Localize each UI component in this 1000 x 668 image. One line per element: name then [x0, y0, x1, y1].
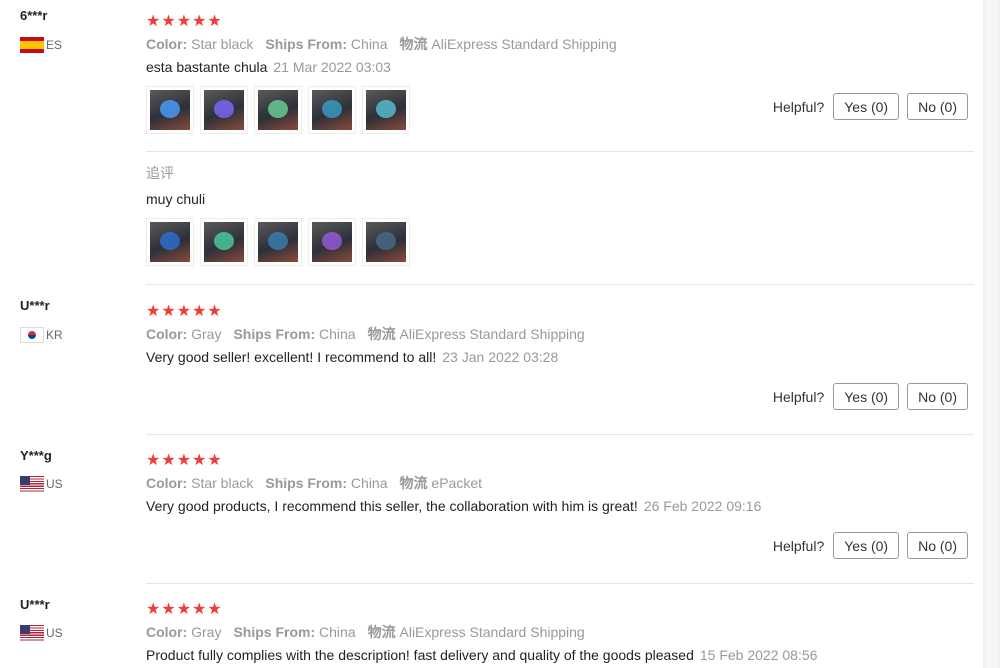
ships-from-label: Ships From:	[233, 326, 316, 342]
review-photo[interactable]	[362, 86, 410, 134]
review-photo[interactable]	[308, 218, 356, 266]
ships-from-label: Ships From:	[233, 624, 316, 640]
reviewer-country: US	[20, 625, 63, 641]
review-photo[interactable]	[362, 218, 410, 266]
country-code: KR	[46, 328, 63, 342]
review-meta: Color: Gray Ships From: China 物流 AliExpres…	[146, 622, 585, 642]
review-text: Very good products, I recommend this sel…	[146, 498, 761, 514]
reviewer-country: US	[20, 476, 63, 492]
review-photo[interactable]	[254, 86, 302, 134]
review-photo[interactable]	[146, 218, 194, 266]
star-rating: ★★★★★	[146, 13, 223, 30]
review-photo[interactable]	[200, 218, 248, 266]
review-item: Y***g US ★★★★★ Color: Star black Ships Fr…	[0, 435, 980, 584]
helpful-no-button[interactable]: No (0)	[907, 532, 968, 559]
helpful-vote: Helpful? Yes (0) No (0)	[773, 383, 968, 410]
review-body: Product fully complies with the descript…	[146, 647, 694, 663]
shipping-value: AliExpress Standard Shipping	[399, 326, 585, 342]
ships-from-value: China	[350, 475, 388, 491]
reviewer-name: 6***r	[20, 8, 48, 23]
country-code: US	[46, 626, 63, 640]
additional-review-label: 追评	[146, 165, 174, 181]
reviewer-name: Y***g	[20, 448, 52, 463]
review-meta: Color: Star black Ships From: China 物流 ePa…	[146, 473, 482, 493]
ships-from-value: China	[319, 326, 356, 342]
color-label: Color:	[146, 36, 188, 52]
color-value: Gray	[191, 326, 222, 342]
helpful-yes-button[interactable]: Yes (0)	[833, 383, 900, 410]
helpful-no-button[interactable]: No (0)	[907, 93, 968, 120]
color-value: Star black	[191, 475, 254, 491]
helpful-label: Helpful?	[772, 388, 825, 405]
review-photo[interactable]	[200, 86, 248, 134]
review-date: 15 Feb 2022 08:56	[699, 647, 818, 663]
ships-from-value: China	[350, 36, 388, 52]
star-rating: ★★★★★	[146, 452, 223, 469]
review-photos	[146, 86, 410, 134]
ships-from-label: Ships From:	[265, 36, 348, 52]
review-date: 26 Feb 2022 09:16	[643, 498, 762, 514]
ships-from-label: Ships From:	[265, 475, 348, 491]
scrollbar-thumb[interactable]	[985, 0, 998, 668]
helpful-vote: Helpful? Yes (0) No (0)	[773, 93, 968, 120]
reviewer-country: ES	[20, 37, 62, 53]
ships-from-value: China	[319, 624, 356, 640]
review-date: 23 Jan 2022 03:28	[442, 349, 559, 365]
review-text: esta bastante chula 21 Mar 2022 03:03	[146, 59, 391, 75]
color-label: Color:	[146, 326, 188, 342]
additional-review-photos	[146, 218, 410, 266]
review-item: 6***r ES ★★★★★ Color: Star black Ships Fr…	[0, 0, 980, 285]
country-code: ES	[46, 38, 63, 52]
scrollbar[interactable]	[983, 0, 1000, 668]
reviewer-name: U***r	[20, 298, 50, 313]
us-flag-icon	[20, 625, 44, 641]
spain-flag-icon	[20, 37, 44, 53]
helpful-no-button[interactable]: No (0)	[907, 383, 968, 410]
review-text: Product fully complies with the descript…	[146, 647, 817, 663]
korea-flag-icon	[20, 327, 44, 343]
star-rating: ★★★★★	[146, 601, 223, 618]
us-flag-icon	[20, 476, 44, 492]
star-rating: ★★★★★	[146, 303, 223, 320]
review-text: Very good seller! excellent! I recommend…	[146, 349, 558, 365]
shipping-value: AliExpress Standard Shipping	[431, 36, 617, 52]
helpful-yes-button[interactable]: Yes (0)	[833, 532, 900, 559]
helpful-yes-button[interactable]: Yes (0)	[833, 93, 900, 120]
additional-review-text: muy chuli	[146, 191, 206, 207]
review-meta: Color: Star black Ships From: China 物流 Ali…	[146, 34, 617, 54]
helpful-vote: Helpful? Yes (0) No (0)	[773, 532, 968, 559]
shipping-value: AliExpress Standard Shipping	[399, 624, 585, 640]
helpful-label: Helpful?	[772, 537, 825, 554]
review-item: U***r KR ★★★★★ Color: Gray Ships From: Ch…	[0, 285, 980, 435]
reviewer-country: KR	[20, 327, 63, 343]
reviewer-name: U***r	[20, 597, 50, 612]
country-code: US	[46, 477, 63, 491]
color-value: Star black	[191, 36, 254, 52]
review-body: esta bastante chula	[146, 59, 268, 75]
color-label: Color:	[146, 475, 188, 491]
review-item: U***r US ★★★★★ Color: Gray Ships From: Ch…	[0, 584, 980, 668]
review-photo[interactable]	[308, 86, 356, 134]
review-photo[interactable]	[254, 218, 302, 266]
review-body: Very good products, I recommend this sel…	[146, 498, 638, 514]
review-photo[interactable]	[146, 86, 194, 134]
shipping-value: ePacket	[431, 475, 482, 491]
shipping-label: 物流	[399, 36, 428, 52]
shipping-label: 物流	[367, 624, 396, 640]
review-body: Very good seller! excellent! I recommend…	[146, 349, 437, 365]
review-date: 21 Mar 2022 03:03	[273, 59, 391, 75]
color-value: Gray	[191, 624, 222, 640]
shipping-label: 物流	[367, 326, 396, 342]
divider	[146, 151, 974, 152]
helpful-label: Helpful?	[772, 98, 825, 115]
color-label: Color:	[146, 624, 188, 640]
shipping-label: 物流	[399, 475, 428, 491]
review-meta: Color: Gray Ships From: China 物流 AliExpres…	[146, 324, 585, 344]
